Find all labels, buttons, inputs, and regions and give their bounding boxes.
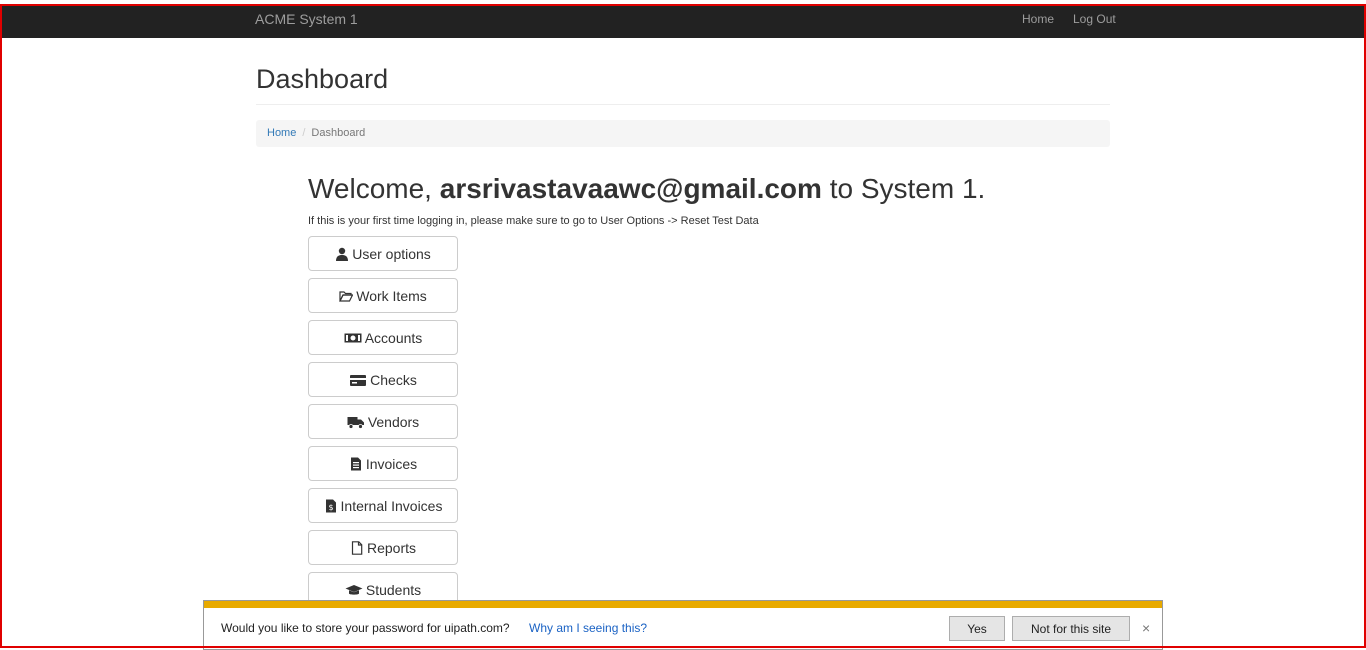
first-login-notice: If this is your first time logging in, p… — [308, 215, 759, 227]
menu-label: Work Items — [356, 287, 427, 304]
breadcrumb-home-link[interactable]: Home — [267, 127, 296, 139]
infobar-accent-stripe — [204, 601, 1162, 608]
user-icon — [335, 247, 349, 261]
breadcrumb: Home / Dashboard — [256, 120, 1110, 147]
top-navbar: ACME System 1 Home Log Out — [2, 6, 1364, 38]
welcome-user-email: arsrivastavaawc@gmail.com — [439, 173, 822, 204]
window-frame-border — [0, 4, 1366, 648]
welcome-prefix: Welcome, — [308, 173, 440, 204]
money-icon — [344, 331, 362, 345]
vendors-button[interactable]: Vendors — [308, 404, 458, 439]
file-invoice-icon: $ — [324, 499, 338, 513]
graduation-cap-icon — [345, 583, 363, 597]
save-password-yes-button[interactable]: Yes — [949, 616, 1005, 641]
save-password-message: Would you like to store your password fo… — [221, 621, 510, 635]
menu-label: Vendors — [367, 413, 420, 430]
file-icon — [350, 540, 364, 555]
welcome-heading: Welcome, arsrivastavaawc@gmail.com to Sy… — [308, 173, 985, 205]
work-items-button[interactable]: Work Items — [308, 278, 458, 313]
welcome-suffix: to System 1. — [821, 173, 986, 204]
checks-button[interactable]: Checks — [308, 362, 458, 397]
brand-link[interactable]: ACME System 1 — [255, 11, 358, 27]
menu-label: Checks — [370, 371, 417, 388]
nav-logout-link[interactable]: Log Out — [1073, 12, 1116, 26]
why-seeing-this-link[interactable]: Why am I seeing this? — [529, 621, 647, 635]
menu-label: Reports — [366, 539, 417, 556]
truck-icon — [347, 415, 365, 429]
menu-label: Invoices — [365, 455, 418, 472]
close-icon[interactable]: × — [1142, 620, 1150, 636]
menu-label: Accounts — [364, 329, 423, 346]
invoices-button[interactable]: Invoices — [308, 446, 458, 481]
menu-label: User options — [352, 245, 431, 262]
page-title: Dashboard — [256, 64, 389, 94]
internal-invoices-button[interactable]: $ Internal Invoices — [308, 488, 458, 523]
svg-text:$: $ — [328, 503, 333, 512]
save-password-infobar: Would you like to store your password fo… — [203, 600, 1163, 650]
folder-open-icon — [339, 289, 354, 303]
not-for-this-site-button[interactable]: Not for this site — [1012, 616, 1130, 641]
accounts-button[interactable]: Accounts — [308, 320, 458, 355]
nav-home-link[interactable]: Home — [1022, 12, 1054, 26]
menu-label: Students — [365, 581, 422, 598]
invoice-icon — [349, 457, 363, 471]
breadcrumb-separator: / — [302, 127, 306, 139]
menu-label: Internal Invoices — [340, 497, 443, 514]
credit-card-icon — [349, 373, 367, 387]
title-divider — [256, 104, 1110, 105]
reports-button[interactable]: Reports — [308, 530, 458, 565]
breadcrumb-current: Dashboard — [311, 127, 366, 139]
user-options-button[interactable]: User options — [308, 236, 458, 271]
